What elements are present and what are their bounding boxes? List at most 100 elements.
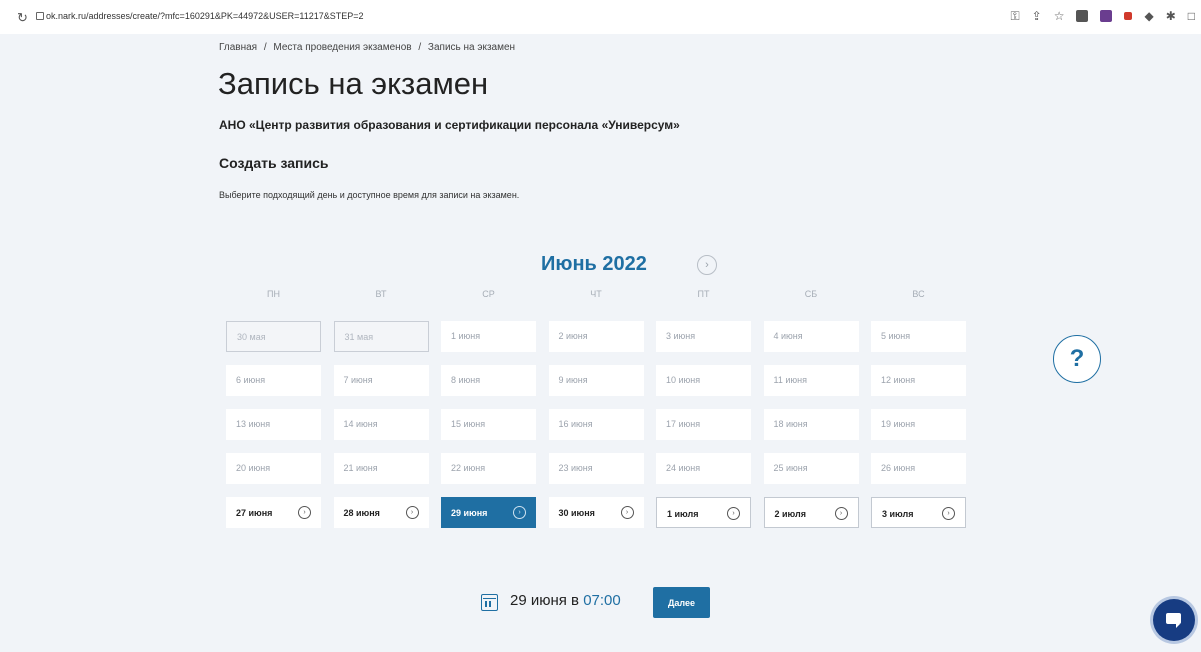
calendar-day[interactable]: 8 июня xyxy=(441,365,536,396)
reload-icon[interactable]: ↻ xyxy=(17,10,28,26)
calendar-day-label: 2 июня xyxy=(558,331,588,341)
url-text[interactable]: ok.nark.ru/addresses/create/?mfc=160291&… xyxy=(46,11,364,21)
calendar-day-label: 16 июня xyxy=(558,419,593,429)
calendar-day[interactable]: 26 июня xyxy=(871,453,966,484)
calendar-day-selected[interactable]: 29 июня › xyxy=(441,497,536,528)
calendar-day-label: 31 мая xyxy=(344,332,374,342)
calendar-day-label: 30 мая xyxy=(237,332,266,342)
star-icon[interactable]: ☆ xyxy=(1054,8,1065,24)
calendar-day-label: 27 июня xyxy=(236,508,273,518)
calendar-day-label: 19 июня xyxy=(881,419,916,429)
calendar-day[interactable]: 23 июня xyxy=(548,453,644,484)
calendar-day-label: 18 июня xyxy=(773,419,808,429)
breadcrumb-separator: / xyxy=(418,42,422,53)
calendar-day-label: 11 июня xyxy=(773,375,807,385)
weekday-label: ПТ xyxy=(697,289,710,299)
calendar-day[interactable]: 1 июля › xyxy=(656,497,751,528)
section-title: Создать запись xyxy=(219,155,329,171)
calendar-day[interactable]: 6 июня xyxy=(226,365,321,396)
calendar-day-label: 13 июня xyxy=(236,419,271,429)
instruction-text: Выберите подходящий день и доступное вре… xyxy=(219,190,520,200)
calendar-day[interactable]: 3 июня xyxy=(656,321,751,352)
calendar-day-label: 15 июня xyxy=(451,419,486,429)
next-month-button[interactable]: › xyxy=(697,255,717,275)
weekday-label: ПН xyxy=(267,289,280,299)
calendar-day-label: 1 июля xyxy=(667,509,699,519)
calendar-day[interactable]: 11 июня xyxy=(763,365,859,396)
calendar-day[interactable]: 27 июня › xyxy=(226,497,321,528)
calendar-day[interactable]: 1 июня xyxy=(441,321,536,352)
chevron-right-icon: › xyxy=(942,507,955,520)
help-button[interactable]: ? xyxy=(1053,335,1101,383)
calendar-day[interactable]: 25 июня xyxy=(763,453,859,484)
selected-date-text: 29 июня в 07:00 xyxy=(510,592,621,609)
calendar-day[interactable]: 28 июня › xyxy=(333,497,429,528)
calendar-day-label: 21 июня xyxy=(343,463,378,473)
calendar-day[interactable]: 20 июня xyxy=(226,453,321,484)
calendar-day-label: 3 июля xyxy=(882,509,914,519)
calendar-day-label: 10 июня xyxy=(666,375,701,385)
calendar-day[interactable]: 18 июня xyxy=(763,409,859,440)
calendar-day-label: 2 июля xyxy=(774,509,806,519)
calendar-day-label: 20 июня xyxy=(236,463,271,473)
sidebar-icon[interactable]: □ xyxy=(1188,8,1195,24)
breadcrumb-exam-places-link[interactable]: Места проведения экзаменов xyxy=(273,42,411,53)
extension-icon[interactable] xyxy=(1100,10,1113,22)
calendar-day[interactable]: 2 июня xyxy=(548,321,644,352)
calendar-day[interactable]: 15 июня xyxy=(441,409,536,440)
breadcrumb: Главная / Места проведения экзаменов / З… xyxy=(219,42,519,53)
calendar-month-title: Июнь 2022 xyxy=(541,253,647,275)
chevron-right-icon: › xyxy=(834,507,848,520)
chevron-right-icon: › xyxy=(727,507,740,520)
extension-icon[interactable]: ◆ xyxy=(1144,8,1153,24)
puzzle-icon[interactable]: ✱ xyxy=(1166,8,1176,24)
breadcrumb-home-link[interactable]: Главная xyxy=(219,42,257,53)
chevron-right-icon: › xyxy=(620,506,634,519)
weekday-label: СБ xyxy=(804,289,818,299)
calendar-day-label: 7 июня xyxy=(343,375,373,385)
calendar-day-label: 8 июня xyxy=(451,375,481,385)
share-icon[interactable]: ⇪ xyxy=(1032,8,1042,24)
calendar-day[interactable]: 4 июня xyxy=(763,321,859,352)
chat-widget-button[interactable] xyxy=(1153,599,1195,641)
calendar-day-label: 4 июня xyxy=(773,331,803,341)
page-content: Главная / Места проведения экзаменов / З… xyxy=(0,34,1201,652)
breadcrumb-current: Запись на экзамен xyxy=(427,42,516,53)
calendar-day[interactable]: 10 июня xyxy=(656,365,751,396)
calendar-day[interactable]: 3 июля › xyxy=(871,497,966,528)
calendar-day[interactable]: 7 июня xyxy=(333,365,429,396)
browser-address-bar: ↻ ok.nark.ru/addresses/create/?mfc=16029… xyxy=(0,0,1201,34)
calendar-day[interactable]: 13 июня xyxy=(226,409,321,440)
calendar-day[interactable]: 12 июня xyxy=(871,365,966,396)
extension-icon[interactable] xyxy=(1124,12,1133,20)
calendar-day[interactable]: 22 июня xyxy=(441,453,536,484)
calendar-day[interactable]: 30 июня › xyxy=(548,497,644,528)
calendar-day-label: 12 июня xyxy=(881,375,916,385)
calendar-day-label: 23 июня xyxy=(558,463,593,473)
extension-icon[interactable] xyxy=(1076,10,1089,22)
calendar-day-label: 14 июня xyxy=(343,419,378,429)
calendar-icon xyxy=(481,594,498,611)
key-icon[interactable]: ⚿ xyxy=(1010,8,1019,24)
calendar-day[interactable]: 14 июня xyxy=(333,409,429,440)
chevron-right-icon: › xyxy=(298,506,311,519)
calendar-day[interactable]: 5 июня xyxy=(871,321,966,352)
selected-date: 29 июня в xyxy=(510,592,584,609)
calendar-day-label: 26 июня xyxy=(881,463,916,473)
calendar-day[interactable]: 9 июня xyxy=(548,365,644,396)
chevron-right-icon: › xyxy=(705,259,709,271)
calendar-day[interactable]: 21 июня xyxy=(333,453,429,484)
next-button[interactable]: Далее xyxy=(653,587,710,618)
chevron-right-icon: › xyxy=(513,506,526,519)
calendar-day[interactable]: 24 июня xyxy=(656,453,751,484)
calendar-day[interactable]: 17 июня xyxy=(656,409,751,440)
chat-icon xyxy=(1166,613,1181,628)
calendar-day[interactable]: 2 июля › xyxy=(763,497,859,528)
lock-icon[interactable] xyxy=(36,12,44,20)
page-title: Запись на экзамен xyxy=(218,66,489,101)
calendar-day[interactable]: 16 июня xyxy=(548,409,644,440)
calendar-day-label: 24 июня xyxy=(666,463,701,473)
weekday-label: ЧТ xyxy=(590,289,602,299)
calendar-day[interactable]: 19 июня xyxy=(871,409,966,440)
weekday-label: ВТ xyxy=(375,289,387,299)
